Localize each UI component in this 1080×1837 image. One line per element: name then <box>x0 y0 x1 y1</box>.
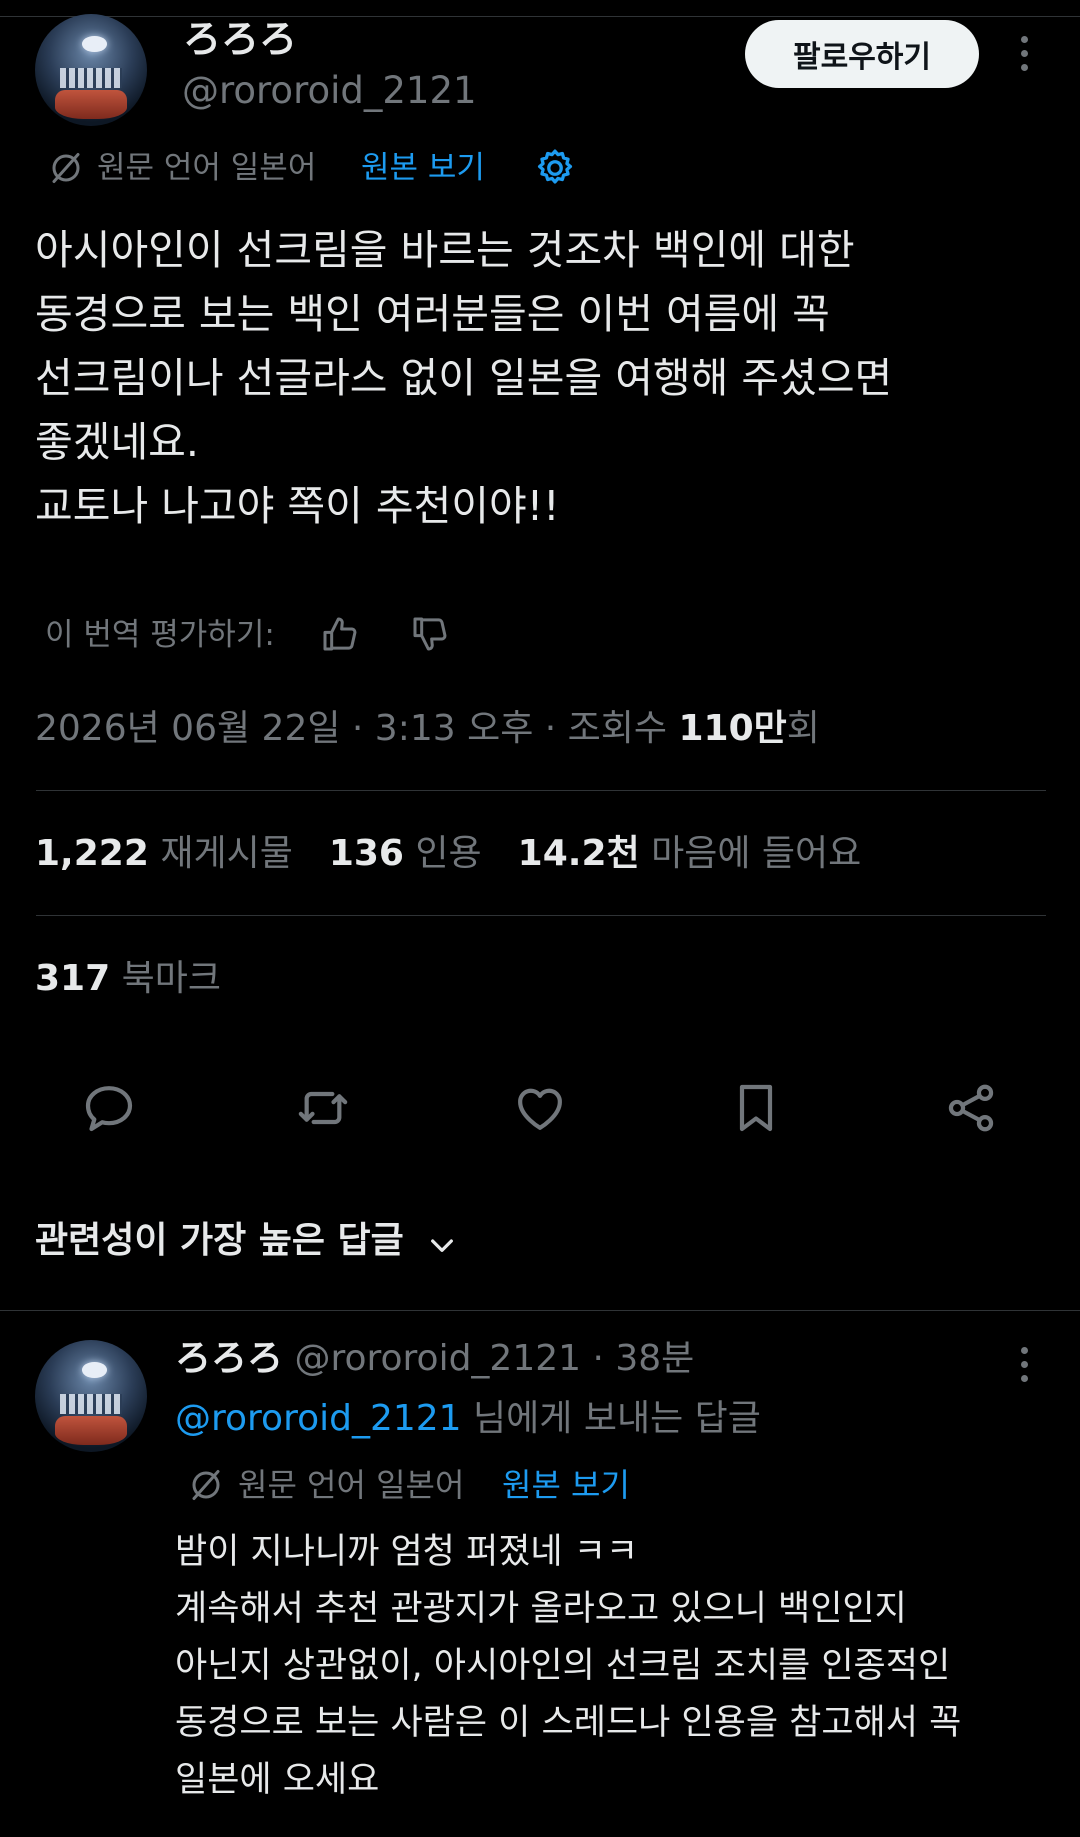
reply-translation-source-text: 원문 언어 일본어 <box>238 1466 465 1504</box>
author-handle[interactable]: @rororoid_2121 <box>182 66 477 116</box>
reply-sort-dropdown[interactable]: 관련성이 가장 높은 답글 <box>35 1216 458 1266</box>
reply-display-name[interactable]: ろろろ <box>175 1338 283 1379</box>
follow-button[interactable]: 팔로우하기 <box>745 20 979 88</box>
likes-count: 14.2천 <box>517 833 640 874</box>
bookmarks-stat[interactable]: 317 북마크 <box>35 954 221 1004</box>
view-original-link[interactable]: 원본 보기 <box>361 147 485 189</box>
avatar-skyline <box>59 67 123 88</box>
retweets-label: 재게시물 <box>160 833 293 874</box>
replying-to-handle-link[interactable]: @rororoid_2121 <box>175 1398 462 1439</box>
tweet-timestamp[interactable]: 2026년 06월 22일 · 3:13 오후 · 조회수 110만회 <box>35 704 820 754</box>
likes-stat[interactable]: 14.2천 마음에 들어요 <box>518 833 862 874</box>
reply-handle-time[interactable]: @rororoid_2121 · 38분 <box>294 1338 694 1379</box>
thumbs-up-icon[interactable] <box>320 614 360 654</box>
avatar-base <box>55 1416 127 1446</box>
likes-label: 마음에 들어요 <box>651 833 862 874</box>
retweets-stat[interactable]: 1,222 재게시물 <box>35 833 293 874</box>
author-avatar[interactable] <box>35 14 147 126</box>
avatar-moon <box>82 36 107 53</box>
avatar-base <box>55 90 127 120</box>
quotes-stat[interactable]: 136 인용 <box>329 833 482 874</box>
chevron-down-icon <box>426 1225 458 1257</box>
views-suffix: 회 <box>786 708 820 749</box>
author-display-name[interactable]: ろろろ <box>183 14 297 64</box>
reply-icon[interactable] <box>81 1080 137 1136</box>
avatar-moon <box>82 1362 107 1379</box>
reply-view-original-link[interactable]: 원본 보기 <box>502 1464 630 1506</box>
share-icon[interactable] <box>943 1080 999 1136</box>
more-options-icon[interactable] <box>1019 36 1029 71</box>
quotes-label: 인용 <box>415 833 482 874</box>
reply-avatar[interactable] <box>35 1340 147 1452</box>
avatar-skyline <box>59 1393 123 1414</box>
translation-settings-icon[interactable] <box>533 146 577 190</box>
thumbs-down-icon[interactable] <box>410 614 450 654</box>
reply-translate-icon <box>188 1467 224 1503</box>
reply-body: 밤이 지나니까 엄청 퍼졌네 ㅋㅋ 계속해서 추천 관광지가 올라오고 있으니 … <box>175 1532 962 1800</box>
stats-row: 1,222 재게시물 136 인용 14.2천 마음에 들어요 <box>35 829 861 879</box>
replying-to-suffix: 님에게 보내는 답글 <box>461 1398 761 1439</box>
tweet-body: 아시아인이 선크림을 바르는 것조차 백인에 대한 동경으로 보는 백인 여러분… <box>35 226 893 530</box>
reply-sort-label: 관련성이 가장 높은 답글 <box>35 1220 404 1261</box>
heart-icon[interactable] <box>512 1080 568 1136</box>
quotes-count: 136 <box>328 833 404 874</box>
top-edge-divider <box>0 16 1080 17</box>
reply-more-options-icon[interactable] <box>1019 1347 1029 1382</box>
divider <box>36 790 1046 791</box>
replies-divider <box>0 1310 1080 1311</box>
translation-source-text: 원문 언어 일본어 <box>97 150 317 186</box>
bookmark-icon[interactable] <box>728 1080 784 1136</box>
replying-to: @rororoid_2121 님에게 보내는 답글 <box>175 1394 761 1444</box>
translate-icon <box>48 150 84 186</box>
timestamp-text: 2026년 06월 22일 · 3:13 오후 · 조회수 <box>35 708 679 749</box>
retweets-count: 1,222 <box>35 833 149 874</box>
rate-translation-label: 이 번역 평가하기: <box>45 617 275 653</box>
reply-header: ろろろ @rororoid_2121 · 38분 <box>175 1334 694 1384</box>
divider <box>36 915 1046 916</box>
bookmarks-count: 317 <box>35 958 111 999</box>
bookmarks-label: 북마크 <box>121 958 221 999</box>
retweet-icon[interactable] <box>295 1080 351 1136</box>
views-number: 110만 <box>678 708 787 749</box>
